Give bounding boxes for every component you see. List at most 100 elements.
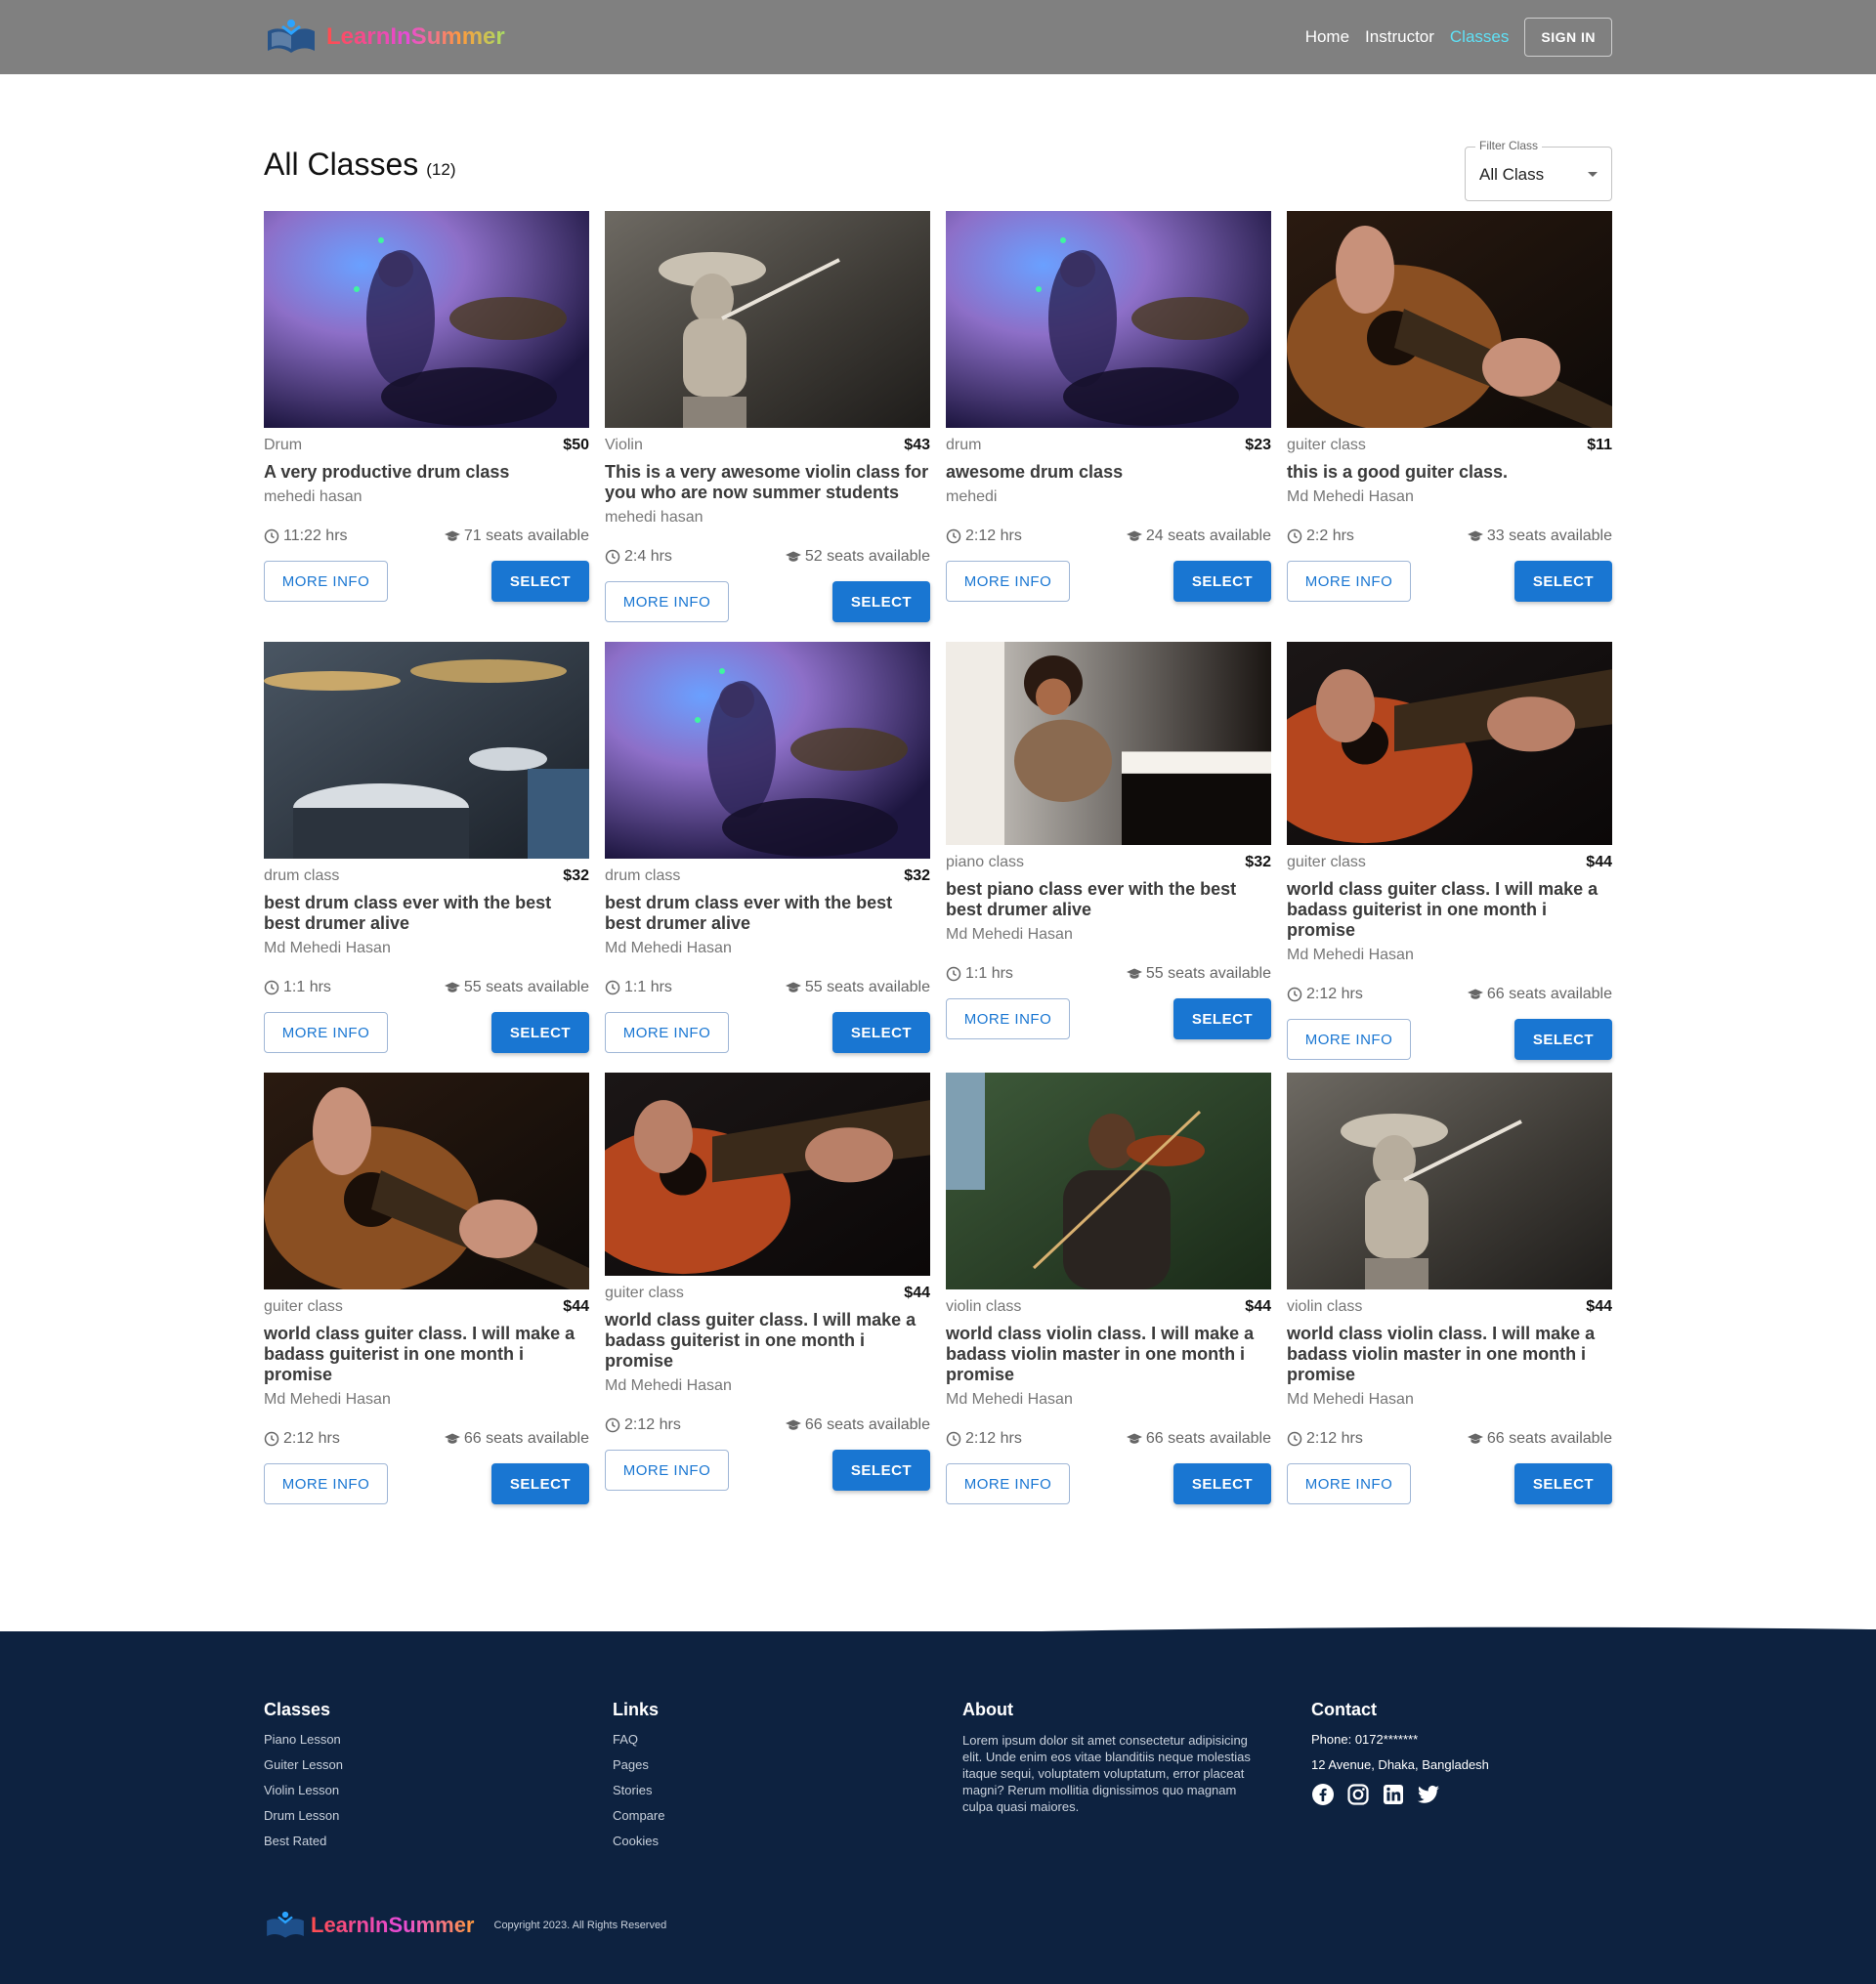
- linkedin-icon[interactable]: [1382, 1783, 1405, 1806]
- nav-classes-link[interactable]: Classes: [1450, 27, 1509, 47]
- class-price: $50: [563, 437, 589, 453]
- class-category: guiter class: [264, 1298, 343, 1315]
- footer-link-guiter[interactable]: Guiter Lesson: [264, 1757, 343, 1772]
- graduation-cap-icon: [444, 1433, 460, 1444]
- class-card: violin class $44 world class violin class.…: [946, 1073, 1271, 1504]
- class-category: Drum: [264, 437, 303, 453]
- instagram-icon[interactable]: [1346, 1783, 1370, 1806]
- class-seats: 52 seats available: [804, 548, 930, 565]
- class-price: $32: [1245, 854, 1271, 870]
- graduation-cap-icon: [1126, 530, 1142, 541]
- class-title: best drum class ever with the best best …: [605, 893, 893, 933]
- more-info-button[interactable]: MORE INFO: [946, 998, 1070, 1039]
- clock-icon: [264, 528, 279, 544]
- more-info-button[interactable]: MORE INFO: [1287, 1019, 1411, 1060]
- class-price: $32: [563, 867, 589, 884]
- footer-link-compare[interactable]: Compare: [613, 1808, 664, 1823]
- select-button[interactable]: SELECT: [832, 1012, 930, 1053]
- footer-link-piano[interactable]: Piano Lesson: [264, 1732, 343, 1747]
- class-duration: 1:1 hrs: [283, 979, 331, 995]
- card-stats: 2:12 hrs 66 seats available: [946, 1430, 1271, 1448]
- class-price: $23: [1245, 437, 1271, 453]
- card-meta: guiter class $44: [264, 1298, 589, 1316]
- select-button[interactable]: SELECT: [1514, 1463, 1612, 1504]
- duration-stat: 2:12 hrs: [946, 528, 1022, 545]
- class-card: guiter class $44 world class guiter class.…: [264, 1073, 589, 1504]
- select-button[interactable]: SELECT: [1173, 1463, 1271, 1504]
- class-duration: 2:4 hrs: [624, 548, 672, 565]
- footer-brand[interactable]: LearnInSummer: [264, 1910, 475, 1941]
- more-info-button[interactable]: MORE INFO: [1287, 561, 1411, 602]
- class-duration: 2:12 hrs: [624, 1416, 681, 1433]
- select-button[interactable]: SELECT: [491, 561, 589, 602]
- class-duration: 11:22 hrs: [283, 528, 348, 544]
- select-button[interactable]: SELECT: [832, 1450, 930, 1491]
- footer-link-violin[interactable]: Violin Lesson: [264, 1783, 343, 1797]
- select-button[interactable]: SELECT: [1173, 998, 1271, 1039]
- class-category: violin class: [1287, 1298, 1363, 1315]
- class-category: guiter class: [1287, 437, 1366, 453]
- card-meta: violin class $44: [946, 1298, 1271, 1316]
- class-price: $44: [563, 1298, 589, 1315]
- footer-link-best-rated[interactable]: Best Rated: [264, 1834, 343, 1848]
- footer-about-heading: About: [962, 1700, 1013, 1719]
- class-instructor: Md Mehedi Hasan: [264, 940, 391, 956]
- more-info-button[interactable]: MORE INFO: [264, 1463, 388, 1504]
- more-info-button[interactable]: MORE INFO: [946, 1463, 1070, 1504]
- footer-bottom: LearnInSummer Copyright 2023. All Rights…: [264, 1910, 666, 1941]
- card-meta: drum $23: [946, 437, 1271, 454]
- seats-stat: 66 seats available: [785, 1416, 930, 1434]
- footer-link-drum[interactable]: Drum Lesson: [264, 1808, 343, 1823]
- card-actions: MORE INFO SELECT: [946, 561, 1271, 602]
- card-meta: Violin $43: [605, 437, 930, 454]
- select-button[interactable]: SELECT: [491, 1012, 589, 1053]
- nav-home-link[interactable]: Home: [1305, 27, 1349, 47]
- more-info-button[interactable]: MORE INFO: [264, 561, 388, 602]
- footer-link-pages[interactable]: Pages: [613, 1757, 664, 1772]
- footer-link-cookies[interactable]: Cookies: [613, 1834, 664, 1848]
- class-category: guiter class: [605, 1285, 684, 1301]
- clock-icon: [264, 1431, 279, 1447]
- brand-logo-link[interactable]: LearnInSummer: [264, 18, 505, 57]
- twitter-icon[interactable]: [1417, 1783, 1440, 1806]
- card-meta: guiter class $44: [1287, 854, 1612, 871]
- class-seats: 66 seats available: [463, 1430, 589, 1447]
- book-person-logo-icon: [268, 20, 315, 53]
- class-instructor: Md Mehedi Hasan: [1287, 488, 1414, 505]
- footer-link-stories[interactable]: Stories: [613, 1783, 664, 1797]
- duration-stat: 1:1 hrs: [946, 965, 1013, 983]
- duration-stat: 11:22 hrs: [264, 528, 348, 545]
- class-seats: 66 seats available: [1486, 986, 1612, 1002]
- filter-class-select[interactable]: Filter Class All Class: [1465, 139, 1612, 201]
- seats-stat: 66 seats available: [1467, 1430, 1612, 1448]
- select-button[interactable]: SELECT: [1173, 561, 1271, 602]
- duration-stat: 2:12 hrs: [1287, 1430, 1363, 1448]
- select-button[interactable]: SELECT: [491, 1463, 589, 1504]
- more-info-button[interactable]: MORE INFO: [605, 581, 729, 622]
- class-card: guiter class $11 this is a good guiter cla…: [1287, 211, 1612, 602]
- class-instructor: Md Mehedi Hasan: [1287, 947, 1414, 963]
- nav-instructor-link[interactable]: Instructor: [1365, 27, 1434, 47]
- footer-link-faq[interactable]: FAQ: [613, 1732, 664, 1747]
- graduation-cap-icon: [785, 982, 801, 992]
- navbar: LearnInSummer Home Instructor Classes SI…: [0, 0, 1876, 74]
- more-info-button[interactable]: MORE INFO: [264, 1012, 388, 1053]
- select-button[interactable]: SELECT: [1514, 561, 1612, 602]
- more-info-button[interactable]: MORE INFO: [605, 1450, 729, 1491]
- class-instructor: Md Mehedi Hasan: [946, 926, 1073, 943]
- sign-in-button[interactable]: SIGN IN: [1524, 18, 1612, 57]
- class-seats: 66 seats available: [1486, 1430, 1612, 1447]
- facebook-icon[interactable]: [1311, 1783, 1335, 1806]
- clock-icon: [605, 980, 620, 995]
- class-title: A very productive drum class: [264, 462, 510, 482]
- footer-links-heading: Links: [613, 1700, 660, 1719]
- class-title: world class violin class. I will make a …: [1287, 1324, 1596, 1384]
- class-price: $44: [904, 1285, 930, 1301]
- card-meta: piano class $32: [946, 854, 1271, 871]
- more-info-button[interactable]: MORE INFO: [1287, 1463, 1411, 1504]
- card-stats: 2:12 hrs 66 seats available: [264, 1430, 589, 1448]
- select-button[interactable]: SELECT: [1514, 1019, 1612, 1060]
- more-info-button[interactable]: MORE INFO: [946, 561, 1070, 602]
- more-info-button[interactable]: MORE INFO: [605, 1012, 729, 1053]
- select-button[interactable]: SELECT: [832, 581, 930, 622]
